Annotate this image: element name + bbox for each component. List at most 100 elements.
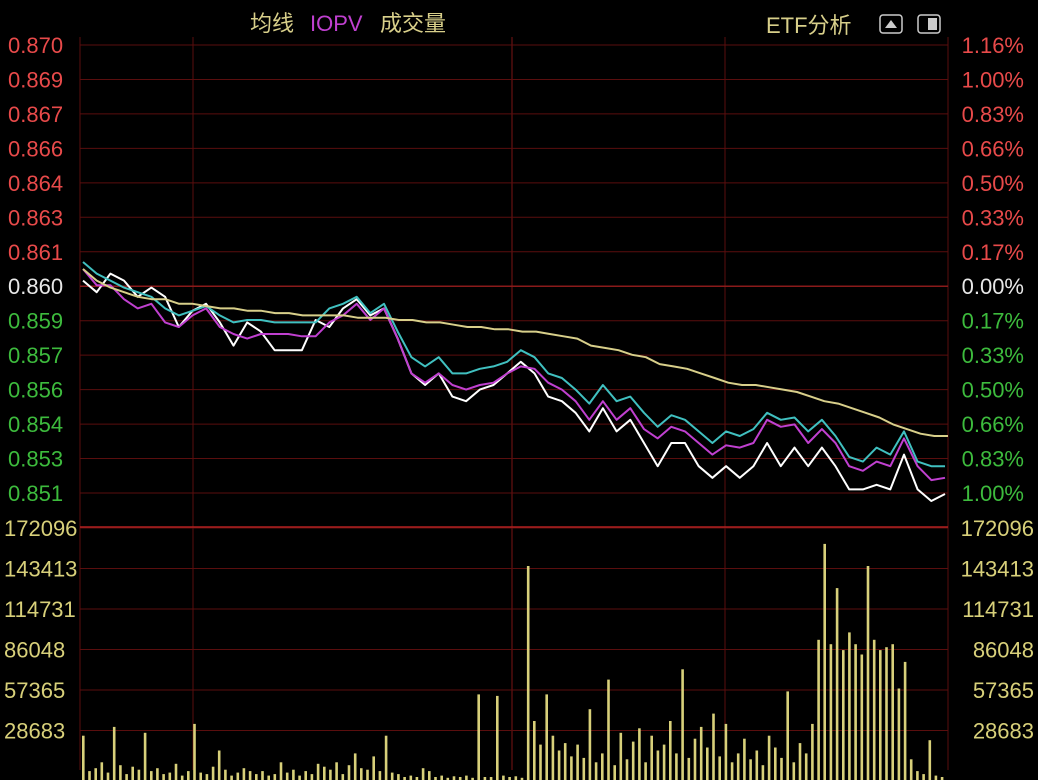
volume-tick-label: 86048	[973, 638, 1034, 663]
volume-bar	[601, 753, 604, 780]
volume-bar	[563, 743, 567, 780]
percent-tick-label: 0.66%	[962, 412, 1024, 437]
volume-bar	[156, 768, 159, 780]
volume-bar	[879, 650, 882, 780]
chart-legend: 均线 IOPV 成交量	[250, 11, 446, 36]
volume-bar	[242, 768, 246, 780]
volume-bar	[724, 723, 728, 780]
volume-bar	[669, 721, 672, 780]
volume-bar	[279, 762, 283, 780]
volume-tick-label: 28683	[973, 719, 1034, 744]
volume-bar	[539, 744, 542, 780]
volume-tick-label: 143413	[4, 557, 77, 582]
volume-bar	[502, 775, 505, 780]
price-tick-label: 0.851	[8, 481, 63, 506]
volume-bar	[119, 765, 122, 780]
volume-bar	[465, 775, 468, 780]
volume-bar	[792, 762, 796, 780]
percent-tick-label: 0.66%	[962, 136, 1024, 161]
volume-bar	[551, 735, 555, 780]
volume-bar	[786, 691, 789, 780]
price-tick-label: 0.859	[8, 309, 63, 334]
volume-bar	[699, 726, 703, 780]
volume-bar	[743, 738, 746, 780]
volume-bar	[217, 750, 221, 780]
avg-line	[82, 268, 948, 437]
volume-bar	[323, 766, 326, 780]
volume-bar	[174, 763, 178, 780]
volume-axis-left: 172096 143413 114731 86048 57365 28683	[4, 516, 77, 744]
volume-bar	[267, 775, 270, 780]
percent-axis-right: 1.16% 1.00% 0.83% 0.66% 0.50% 0.33% 0.17% 0.00%…	[962, 33, 1024, 506]
volume-bar	[755, 750, 759, 780]
volume-bar	[588, 709, 592, 780]
percent-tick-label: 0.00%	[962, 274, 1024, 299]
volume-bar	[88, 771, 91, 780]
volume-bar	[496, 695, 499, 780]
volume-bar	[718, 756, 721, 780]
volume-bar	[557, 750, 561, 780]
volume-bar	[187, 771, 190, 780]
volume-bar	[248, 771, 252, 780]
percent-tick-label: 0.50%	[962, 378, 1024, 403]
volume-bar	[292, 769, 295, 780]
volume-bar	[774, 747, 777, 780]
volume-bar	[261, 771, 264, 780]
collapse-up-icon[interactable]	[879, 14, 903, 34]
volume-bar	[285, 772, 289, 780]
volume-bar	[224, 769, 227, 780]
volume-bar	[143, 732, 147, 780]
volume-bar	[378, 771, 382, 780]
volume-bar	[780, 757, 783, 780]
volume-bar	[372, 756, 375, 780]
etf-analysis-button[interactable]: ETF分析	[766, 13, 852, 38]
volume-bar	[767, 735, 771, 780]
volume-bar	[341, 774, 345, 780]
volume-bar	[211, 766, 215, 780]
volume-bar	[897, 688, 901, 780]
volume-bar	[193, 723, 196, 780]
volume-bar	[526, 566, 530, 780]
volume-bar	[384, 735, 388, 780]
volume-bar	[310, 774, 314, 780]
volume-bar	[82, 735, 85, 780]
volume-bar	[199, 772, 202, 780]
price-tick-label: 0.853	[8, 447, 63, 472]
volume-bar	[298, 775, 301, 780]
price-tick-label: 0.861	[8, 240, 63, 265]
panel-toggle-icon[interactable]	[917, 14, 941, 34]
price-tick-label: 0.870	[8, 33, 63, 58]
volume-bar	[131, 766, 134, 780]
percent-tick-label: 0.17%	[962, 240, 1024, 265]
volume-bar	[421, 768, 425, 780]
percent-tick-label: 0.17%	[962, 309, 1024, 334]
volume-bar	[650, 735, 653, 780]
volume-bar	[613, 765, 616, 780]
volume-bar	[625, 759, 629, 780]
percent-tick-label: 0.83%	[962, 447, 1024, 472]
volume-tick-label: 172096	[4, 516, 77, 541]
volume-bar	[236, 772, 240, 780]
etf-intraday-chart[interactable]: 0.870 0.869 0.867 0.866 0.864 0.863 0.861 0.860…	[0, 0, 1038, 780]
volume-bar	[736, 753, 740, 780]
volume-tick-label: 28683	[4, 719, 65, 744]
volume-bar	[353, 753, 357, 780]
volume-bars	[82, 543, 944, 780]
volume-bar	[804, 753, 808, 780]
legend-iopv: IOPV	[310, 11, 363, 36]
price-tick-label: 0.866	[8, 136, 63, 161]
percent-tick-label: 0.83%	[962, 102, 1024, 127]
volume-bar	[533, 721, 536, 780]
volume-bar	[928, 740, 932, 780]
volume-bar	[162, 774, 165, 780]
legend-avg-line: 均线	[250, 11, 294, 36]
volume-bar	[390, 772, 394, 780]
volume-bar	[885, 647, 888, 780]
volume-bar	[594, 762, 598, 780]
volume-bar	[829, 644, 833, 780]
price-axis-left: 0.870 0.869 0.867 0.866 0.864 0.863 0.861 0.860…	[8, 33, 63, 506]
volume-tick-label: 57365	[4, 678, 65, 703]
volume-bar	[477, 694, 480, 780]
volume-tick-label: 143413	[961, 557, 1034, 582]
volume-bar	[570, 756, 573, 780]
